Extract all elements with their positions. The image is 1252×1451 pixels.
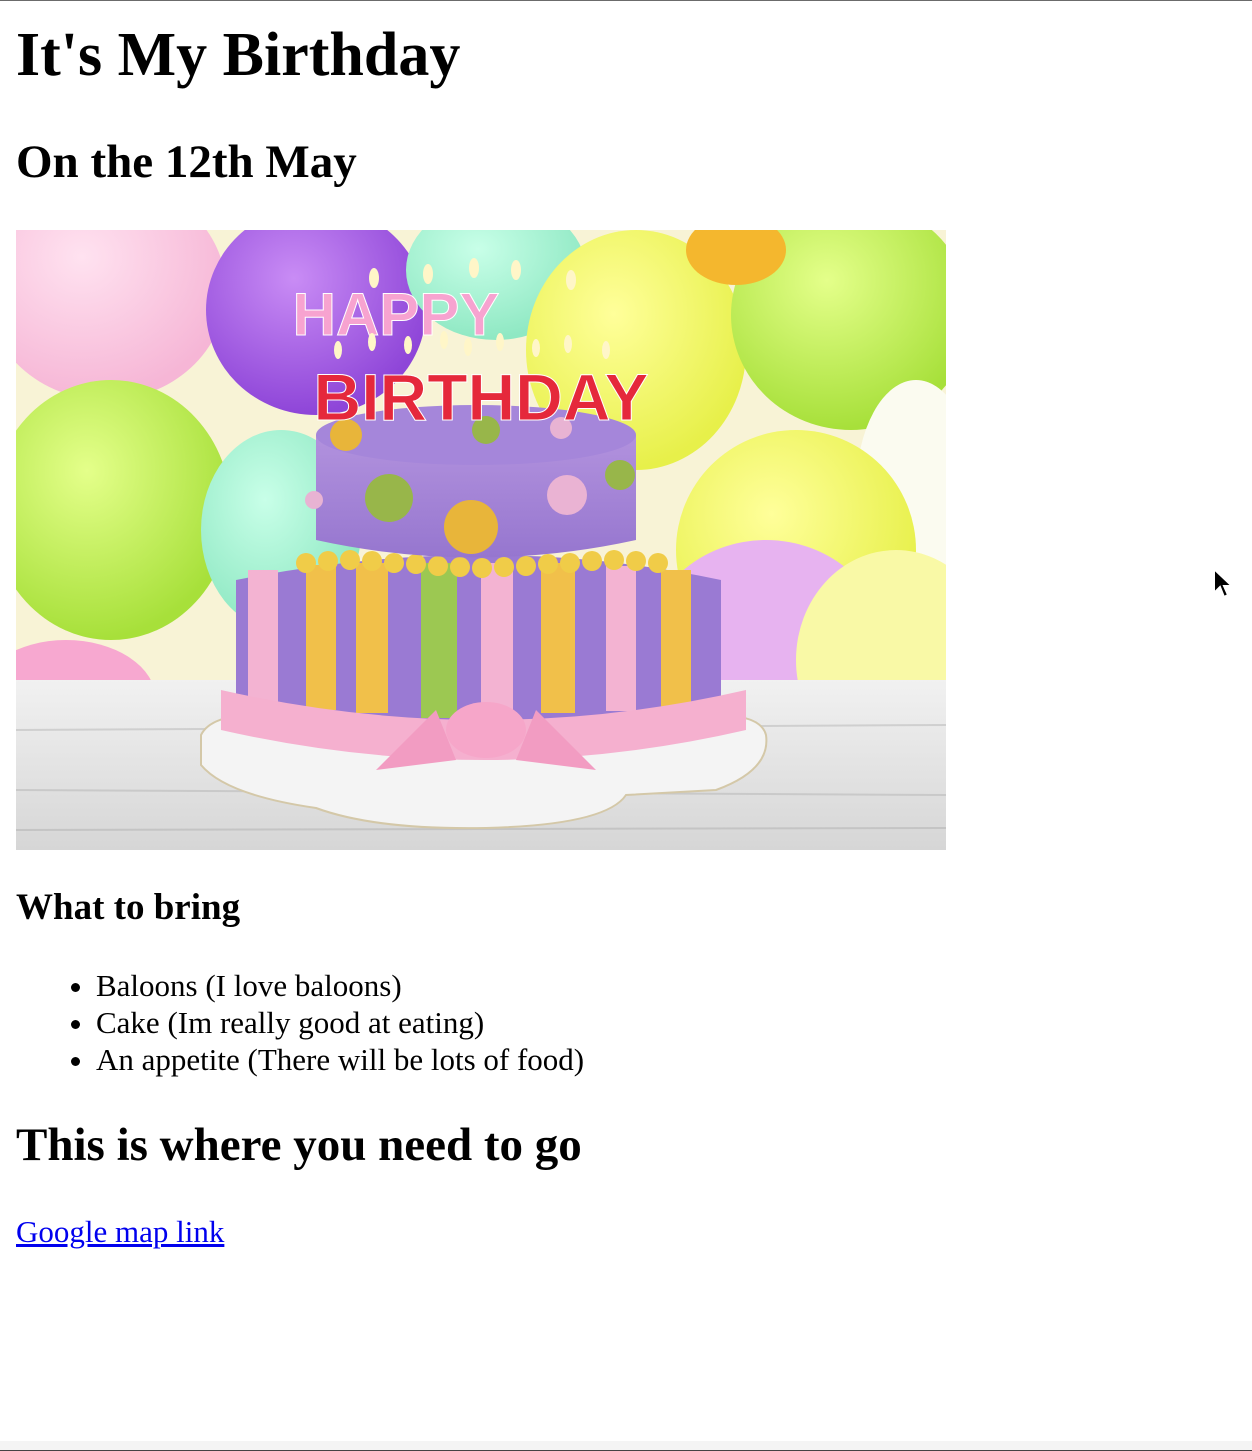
mouse-pointer-icon [1212, 566, 1236, 603]
cake-candle-text-birthday: BIRTHDAY [314, 360, 649, 434]
date-heading: On the 12th May [16, 136, 357, 188]
list-item: Cake (Im really good at eating) [96, 1004, 584, 1041]
list-item: An appetite (There will be lots of food) [96, 1041, 584, 1078]
birthday-cake-image: HAPPY BIRTHDAY [16, 230, 946, 850]
page-title: It's My Birthday [16, 21, 461, 89]
google-map-link[interactable]: Google map link [16, 1212, 224, 1252]
directions-heading: This is where you need to go [16, 1119, 582, 1171]
bring-list: Baloons (I love baloons) Cake (Im really… [16, 967, 584, 1078]
window-bottom-edge [0, 1441, 1252, 1451]
cake-candle-text-happy: HAPPY [293, 281, 500, 348]
what-to-bring-heading: What to bring [16, 887, 241, 928]
list-item: Baloons (I love baloons) [96, 967, 584, 1004]
